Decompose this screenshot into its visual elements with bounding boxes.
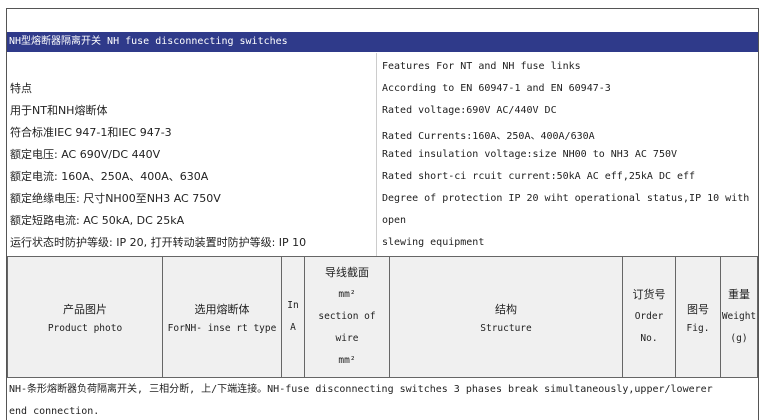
feature-cn-4: 额定电流: 160A、250A、400A、630A (10, 170, 209, 183)
col-fig: 图号 Fig. (675, 256, 721, 378)
in-label: In (287, 300, 299, 311)
wire-en-line2: wire (335, 333, 359, 344)
fuse-cn-label: 选用熔断体 (194, 302, 250, 316)
feature-en-0: Features For NT and NH fuse links (382, 61, 581, 72)
features-chinese: 特点 用于NT和NH熔断体 符合标准IEC 947-1和IEC 947-3 额定… (7, 53, 376, 256)
section-title: NH型熔断器隔离开关 NH fuse disconnecting switche… (7, 32, 758, 52)
col-current: In A (281, 256, 305, 378)
col-order-no: 订货号 Order No. (622, 256, 676, 378)
wire-cn-label: 导线截面 (325, 266, 369, 279)
product-description: NH-条形熔断器负荷隔离开关, 三相分断, 上/下端连接。NH-fuse dis… (9, 379, 755, 420)
wire-unit-top: mm² (338, 289, 356, 300)
weight-unit: (g) (730, 333, 748, 344)
fig-cn-label: 图号 (687, 302, 709, 316)
feature-cn-2: 符合标准IEC 947-1和IEC 947-3 (10, 126, 172, 139)
feature-en-5: Rated short-ci rcuit current:50kA AC eff… (382, 171, 696, 182)
in-unit: A (290, 322, 296, 333)
photo-en-label: Product photo (47, 322, 123, 334)
weight-cn-label: 重量 (728, 288, 750, 301)
order-en-line2: No. (640, 333, 658, 344)
col-structure: 结构 Structure (389, 256, 623, 378)
feature-en-2: Rated voltage:690V AC/440V DC (382, 105, 557, 116)
col-wire-section: 导线截面 mm² section of wire mm² (304, 256, 390, 378)
description-line-2: end connection. (9, 406, 100, 417)
weight-en-label: Weight (721, 311, 757, 322)
description-line-1: NH-条形熔断器负荷隔离开关, 三相分断, 上/下端连接。NH-fuse dis… (9, 384, 713, 395)
col-product-photo: 产品图片 Product photo (7, 256, 163, 378)
fig-en-label: Fig. (686, 322, 710, 334)
spec-sheet: NH型熔断器隔离开关 NH fuse disconnecting switche… (6, 8, 759, 420)
feature-en-3: Rated Currents:160A、250A、400A/630A (382, 131, 595, 142)
photo-cn-label: 产品图片 (63, 302, 107, 316)
wire-en-line1: section of (318, 311, 376, 322)
table-header-row: 产品图片 Product photo 选用熔断体 ForNH- inse rt … (7, 256, 758, 378)
feature-en-4: Rated insulation voltage:size NH00 to NH… (382, 149, 678, 160)
feature-cn-7: 运行状态时防护等级: IP 20, 打开转动装置时防护等级: IP 10 (10, 236, 307, 249)
feature-en-1: According to EN 60947-1 and EN 60947-3 (382, 83, 611, 94)
wire-unit-bottom: mm² (338, 355, 356, 366)
feature-cn-5: 额定绝缘电压: 尺寸NH00至NH3 AC 750V (10, 192, 221, 205)
order-en-line1: Order (634, 311, 664, 322)
feature-en-7: open (382, 215, 407, 226)
fuse-en-label: ForNH- inse rt type (167, 322, 277, 334)
order-cn-label: 订货号 (632, 288, 666, 301)
feature-cn-6: 额定短路电流: AC 50kA, DC 25kA (10, 214, 185, 227)
features-english: Features For NT and NH fuse links Accord… (377, 53, 758, 256)
col-weight: 重量 Weight (g) (720, 256, 758, 378)
structure-cn-label: 结构 (495, 302, 517, 316)
feature-cn-1: 用于NT和NH熔断体 (10, 104, 108, 117)
spec-table: 产品图片 Product photo 选用熔断体 ForNH- inse rt … (7, 256, 758, 378)
feature-cn-0: 特点 (10, 82, 32, 95)
col-fuse-type: 选用熔断体 ForNH- inse rt type (162, 256, 282, 378)
feature-en-8: slewing equipment (382, 237, 485, 248)
structure-en-label: Structure (480, 322, 532, 334)
feature-cn-3: 额定电压: AC 690V/DC 440V (10, 148, 161, 161)
feature-en-6: Degree of protection IP 20 wiht operatio… (382, 193, 750, 204)
